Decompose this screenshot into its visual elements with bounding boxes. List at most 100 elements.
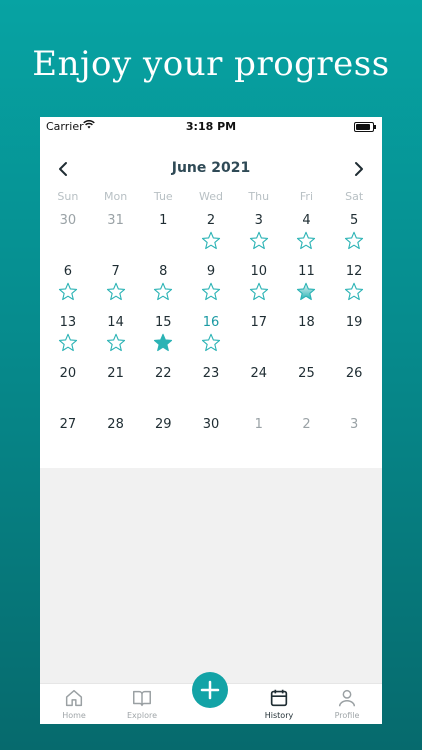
month-title: June 2021: [171, 160, 251, 176]
calendar-day[interactable]: 2: [283, 417, 331, 468]
tab-explore-label: Explore: [126, 711, 158, 720]
day-number: 27: [59, 417, 77, 432]
star-filled-icon: [154, 333, 173, 352]
calendar-day[interactable]: 3: [330, 417, 378, 468]
calendar-day[interactable]: 12: [330, 264, 378, 315]
status-bar: Carrier 3:18 PM: [40, 117, 382, 137]
weekday-label: Tue: [153, 190, 173, 203]
calendar-day[interactable]: 29: [139, 417, 187, 468]
day-number: 28: [107, 417, 124, 432]
day-number: 9: [206, 264, 216, 279]
day-number: 2: [302, 417, 311, 432]
day-number: 3: [350, 417, 359, 432]
calendar-grid: 30 31 1 2 3 4 5 6 7 8 9 10 11 12 13 14 15 16 17 18 19 20 21 22 2…: [44, 213, 378, 468]
star-partial-icon: [297, 282, 316, 301]
star-outline-icon: [249, 282, 268, 301]
calendar-day[interactable]: 11: [283, 264, 331, 315]
calendar-day[interactable]: 30: [44, 213, 92, 264]
calendar-day[interactable]: 1: [139, 213, 187, 264]
day-number: 1: [159, 213, 168, 228]
calendar-day[interactable]: 1: [235, 417, 283, 468]
calendar-day[interactable]: 9: [187, 264, 235, 315]
month-header: June 2021: [40, 157, 382, 181]
calendar-day[interactable]: 21: [92, 366, 140, 417]
headline: Enjoy your progress: [32, 44, 390, 84]
tab-profile-label: Profile: [334, 711, 360, 720]
weekday-header: Sun Mon Tue Wed Thu Fri Sat: [44, 190, 378, 203]
calendar-day[interactable]: 7: [92, 264, 140, 315]
day-number: 13: [59, 315, 77, 330]
tab-explore[interactable]: Explore: [112, 684, 172, 724]
empty-detail-area: [40, 468, 382, 683]
calendar-day[interactable]: 3: [235, 213, 283, 264]
tab-history[interactable]: History: [249, 684, 309, 724]
battery-icon: [354, 122, 376, 132]
person-icon: [338, 689, 356, 707]
star-outline-icon: [58, 333, 77, 352]
day-number: 23: [202, 366, 220, 381]
calendar-day[interactable]: 20: [44, 366, 92, 417]
calendar-week-row: 27 28 29 30 1 2 3: [44, 417, 378, 468]
day-number: 30: [59, 213, 77, 228]
star-outline-icon: [297, 231, 316, 250]
calendar-day[interactable]: 30: [187, 417, 235, 468]
calendar-day[interactable]: 13: [44, 315, 92, 366]
weekday-label: Mon: [103, 190, 128, 203]
day-number: 8: [159, 264, 168, 279]
tab-profile[interactable]: Profile: [317, 684, 377, 724]
calendar-day[interactable]: 6: [44, 264, 92, 315]
calendar-day[interactable]: 19: [330, 315, 378, 366]
calendar-day[interactable]: 2: [187, 213, 235, 264]
tab-home[interactable]: Home: [44, 684, 104, 724]
day-number: 12: [345, 264, 363, 279]
day-number: 14: [107, 315, 124, 330]
calendar-day[interactable]: 4: [283, 213, 331, 264]
calendar-icon: [270, 689, 288, 707]
day-number: 6: [63, 264, 72, 279]
calendar-day[interactable]: 15: [139, 315, 187, 366]
day-number: 5: [350, 213, 359, 228]
calendar-day[interactable]: 16: [187, 315, 235, 366]
calendar-week-row: 30 31 1 2 3 4 5: [44, 213, 378, 264]
calendar-day[interactable]: 17: [235, 315, 283, 366]
calendar-day[interactable]: 10: [235, 264, 283, 315]
calendar-day[interactable]: 26: [330, 366, 378, 417]
star-outline-icon: [201, 333, 221, 352]
calendar-day[interactable]: 28: [92, 417, 140, 468]
day-number: 24: [250, 366, 267, 381]
day-number: 3: [254, 213, 263, 228]
star-outline-icon: [345, 282, 364, 301]
book-icon: [133, 690, 151, 707]
star-outline-icon: [249, 231, 268, 250]
day-number: 19: [345, 315, 363, 330]
calendar-day[interactable]: 25: [283, 366, 331, 417]
calendar-day[interactable]: 31: [92, 213, 140, 264]
star-outline-icon: [345, 231, 364, 250]
calendar-day[interactable]: 23: [187, 366, 235, 417]
day-number: 10: [250, 264, 267, 279]
day-number: 7: [111, 264, 120, 279]
calendar-week-row: 13 14 15 16 17 18 19: [44, 315, 378, 366]
weekday-label: Wed: [199, 190, 223, 203]
calendar-day[interactable]: 24: [235, 366, 283, 417]
day-number: 4: [302, 213, 311, 228]
weekday-label: Thu: [248, 190, 270, 203]
calendar-day[interactable]: 18: [283, 315, 331, 366]
home-icon: [65, 689, 83, 707]
next-month-chevron-icon[interactable]: [346, 157, 370, 181]
day-number: 18: [298, 315, 315, 330]
calendar-day[interactable]: 22: [139, 366, 187, 417]
day-number: 1: [254, 417, 263, 432]
day-number: 21: [107, 366, 124, 381]
calendar-day[interactable]: 8: [139, 264, 187, 315]
plus-icon: [200, 680, 220, 700]
tab-home-label: Home: [62, 711, 86, 720]
add-entry-button[interactable]: [192, 672, 228, 708]
day-number: 31: [107, 213, 124, 228]
calendar-day[interactable]: 5: [330, 213, 378, 264]
day-number: 20: [59, 366, 77, 381]
calendar-day[interactable]: 14: [92, 315, 140, 366]
star-outline-icon: [106, 282, 125, 301]
day-number: 22: [155, 366, 172, 381]
calendar-day[interactable]: 27: [44, 417, 92, 468]
